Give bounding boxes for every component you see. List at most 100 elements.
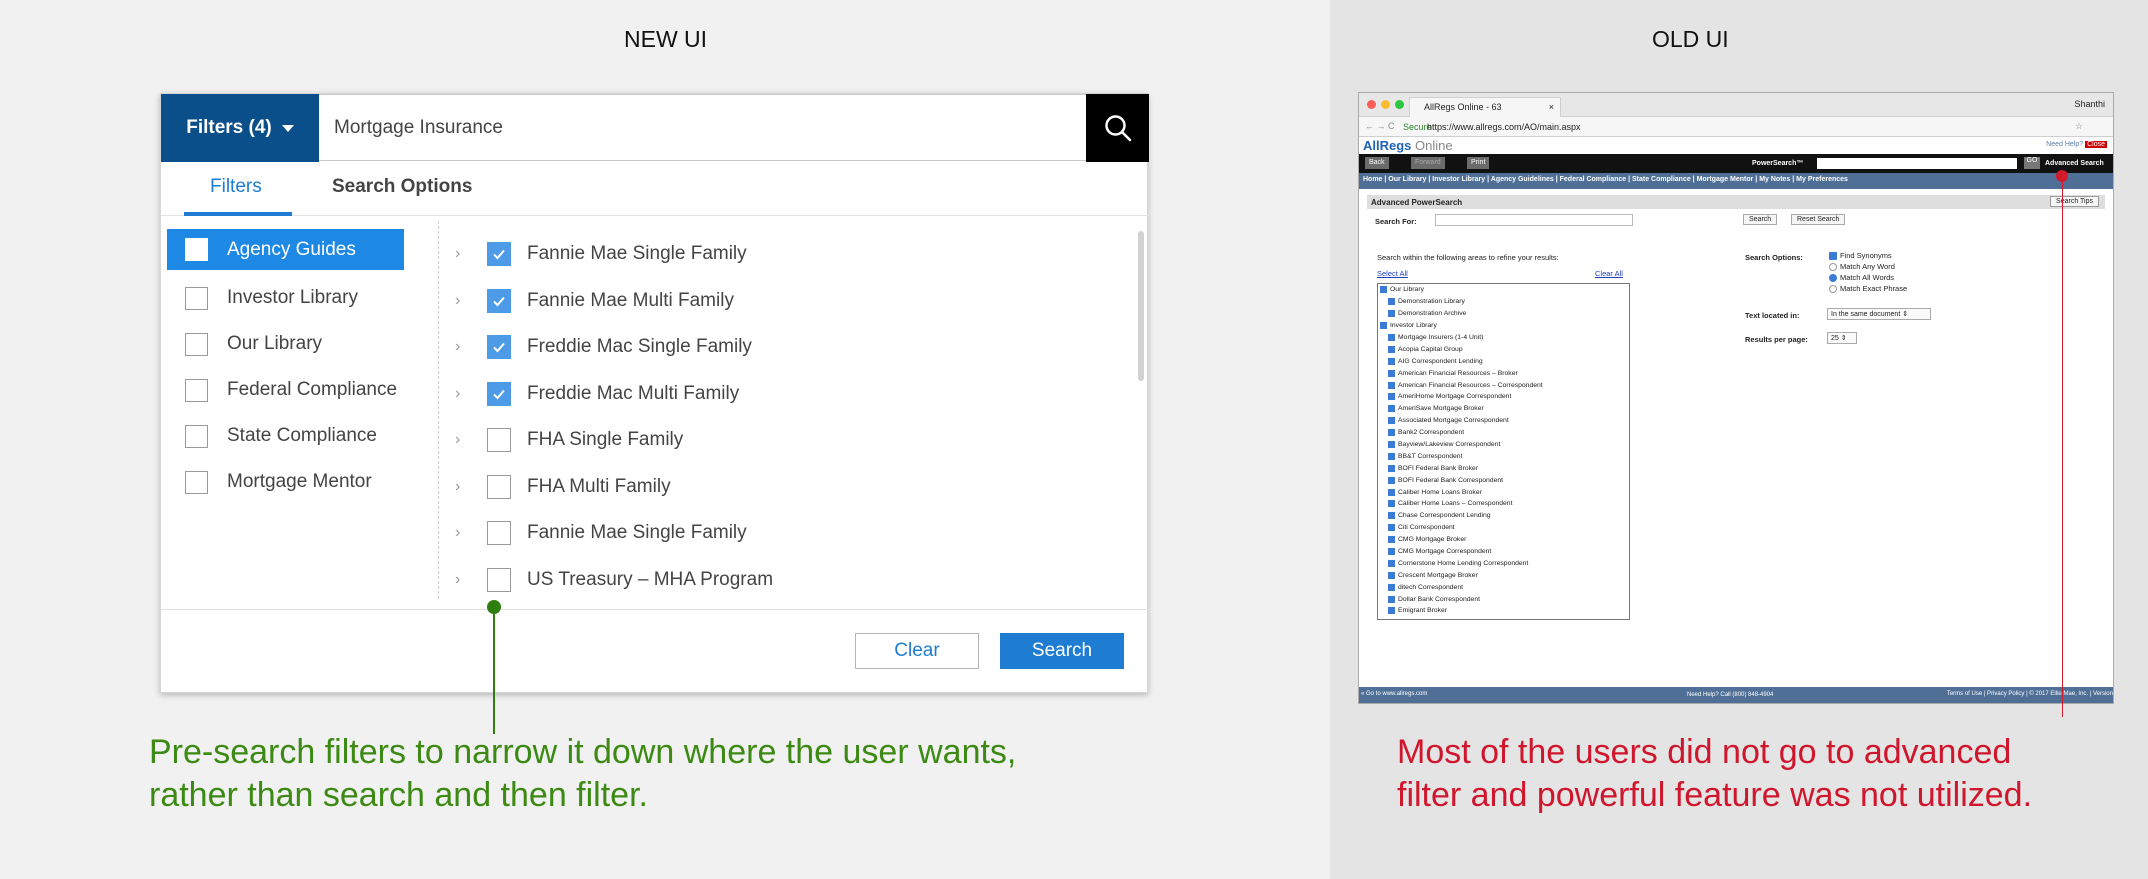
tree-checkbox[interactable] bbox=[1388, 310, 1395, 318]
old-search-button[interactable]: Search bbox=[1743, 214, 1778, 225]
source-checkbox[interactable] bbox=[487, 288, 511, 313]
source-item[interactable]: › US Treasury – MHA Program bbox=[451, 557, 971, 604]
tree-item[interactable]: Emigrant Broker bbox=[1378, 605, 1629, 617]
tree-item[interactable]: Dollar Bank Correspondent bbox=[1378, 593, 1629, 605]
source-item[interactable]: › FHA Multi Family bbox=[451, 464, 971, 511]
source-item[interactable]: › Freddie Mac Single Family bbox=[451, 324, 971, 371]
bookmark-star-icon[interactable]: ☆ bbox=[2075, 121, 2083, 132]
source-list-scrollbar[interactable] bbox=[1138, 231, 1144, 381]
option-radio[interactable] bbox=[1829, 273, 1837, 282]
search-button[interactable]: Search bbox=[1000, 633, 1124, 669]
tree-checkbox[interactable] bbox=[1388, 345, 1395, 353]
chevron-right-icon[interactable]: › bbox=[455, 385, 473, 403]
chevron-right-icon[interactable]: › bbox=[455, 292, 473, 310]
tree-item[interactable]: Bayview/Lakeview Correspondent bbox=[1378, 439, 1629, 451]
back-button[interactable]: Back bbox=[1365, 157, 1389, 169]
tree-checkbox[interactable] bbox=[1388, 571, 1395, 579]
source-item[interactable]: › Fannie Mae Single Family bbox=[451, 510, 971, 557]
tree-checkbox[interactable] bbox=[1388, 298, 1395, 306]
advanced-search-link[interactable]: Advanced Search bbox=[2045, 160, 2104, 167]
source-checkbox[interactable] bbox=[487, 474, 511, 499]
tree-checkbox[interactable] bbox=[1388, 417, 1395, 425]
tree-checkbox[interactable] bbox=[1388, 512, 1395, 520]
tree-item[interactable]: Bank2 Correspondent bbox=[1378, 427, 1629, 439]
tree-checkbox[interactable] bbox=[1388, 559, 1395, 567]
close-window-icon[interactable] bbox=[1367, 100, 1376, 109]
print-button[interactable]: Print bbox=[1467, 157, 1490, 169]
tree-item[interactable]: AmeriHome Mortgage Correspondent bbox=[1378, 391, 1629, 403]
tree-item[interactable]: CMG Mortgage Correspondent bbox=[1378, 546, 1629, 558]
close-tab-icon[interactable]: × bbox=[1549, 102, 1554, 112]
source-item[interactable]: › Freddie Mac Multi Family bbox=[451, 371, 971, 418]
maximize-window-icon[interactable] bbox=[1395, 100, 1404, 109]
category-checkbox[interactable] bbox=[185, 332, 208, 356]
tree-item[interactable]: Our Library bbox=[1378, 284, 1629, 296]
search-for-input[interactable] bbox=[1435, 214, 1633, 226]
category-item[interactable]: Federal Compliance bbox=[167, 367, 404, 413]
tree-checkbox[interactable] bbox=[1388, 476, 1395, 484]
url-text[interactable]: https://www.allregs.com/AO/main.aspx bbox=[1427, 122, 1581, 132]
search-option[interactable]: Match Exact Phrase bbox=[1829, 284, 1907, 293]
category-item[interactable]: Mortgage Mentor bbox=[167, 459, 404, 505]
tree-checkbox[interactable] bbox=[1388, 334, 1395, 341]
tree-item[interactable]: Caliber Home Loans Broker bbox=[1378, 486, 1629, 498]
tree-checkbox[interactable] bbox=[1388, 536, 1395, 544]
clear-all-link[interactable]: Clear All bbox=[1595, 269, 1623, 278]
go-button[interactable]: GO bbox=[2024, 157, 2040, 169]
tree-item[interactable]: ditech Correspondent bbox=[1378, 581, 1629, 593]
close-link[interactable]: Close bbox=[2085, 141, 2107, 148]
tree-checkbox[interactable] bbox=[1388, 405, 1395, 413]
tree-item[interactable]: AmeriSave Mortgage Broker bbox=[1378, 403, 1629, 415]
source-checkbox[interactable] bbox=[487, 381, 511, 406]
search-option[interactable]: Find Synonyms bbox=[1829, 251, 1892, 260]
chevron-right-icon[interactable]: › bbox=[455, 431, 473, 449]
nav-arrows-icon[interactable]: ← → C bbox=[1365, 121, 1395, 131]
search-option[interactable]: Match All Words bbox=[1829, 273, 1894, 282]
tree-checkbox[interactable] bbox=[1388, 583, 1395, 591]
tree-checkbox[interactable] bbox=[1388, 500, 1395, 508]
category-checkbox[interactable] bbox=[185, 378, 208, 402]
clear-button[interactable]: Clear bbox=[855, 633, 979, 669]
category-item[interactable]: Agency Guides bbox=[167, 229, 404, 270]
search-option[interactable]: Match Any Word bbox=[1829, 262, 1895, 271]
tree-item[interactable]: Crescent Mortgage Broker bbox=[1378, 569, 1629, 581]
tree-item[interactable]: Investor Library bbox=[1378, 320, 1629, 332]
tree-checkbox[interactable] bbox=[1388, 595, 1395, 603]
source-item[interactable]: › FHA Single Family bbox=[451, 417, 971, 464]
reset-search-button[interactable]: Reset Search bbox=[1791, 214, 1846, 225]
library-tree[interactable]: Our Library Demonstration Library Demonstr… bbox=[1377, 283, 1630, 620]
chevron-right-icon[interactable]: › bbox=[455, 571, 473, 589]
tree-checkbox[interactable] bbox=[1388, 429, 1395, 437]
tree-item[interactable]: Demonstration Library bbox=[1378, 296, 1629, 308]
chevron-right-icon[interactable]: › bbox=[455, 338, 473, 356]
tree-item[interactable]: American Financial Resources – Correspon… bbox=[1378, 379, 1629, 391]
tree-item[interactable]: American Financial Resources – Broker bbox=[1378, 367, 1629, 379]
powersearch-input[interactable] bbox=[1817, 158, 2017, 169]
tree-item[interactable]: Caliber Home Loans – Correspondent bbox=[1378, 498, 1629, 510]
tree-item[interactable]: Mortgage Insurers (1-4 Unit) bbox=[1378, 332, 1629, 344]
source-checkbox[interactable] bbox=[487, 567, 511, 592]
source-item[interactable]: › Fannie Mae Single Family bbox=[451, 231, 971, 278]
option-checkbox[interactable] bbox=[1829, 251, 1837, 260]
tree-item[interactable]: Cornerstone Home Lending Correspondent bbox=[1378, 557, 1629, 569]
search-tips-button[interactable]: Search Tips bbox=[2050, 196, 2099, 207]
category-checkbox[interactable] bbox=[185, 238, 208, 261]
tree-checkbox[interactable] bbox=[1388, 548, 1395, 556]
category-item[interactable]: Investor Library bbox=[167, 275, 404, 321]
select-all-link[interactable]: Select All bbox=[1377, 269, 1408, 278]
footer-home-link[interactable]: « Go to www.allregs.com bbox=[1361, 691, 1427, 697]
tree-checkbox[interactable] bbox=[1388, 452, 1395, 460]
category-item[interactable]: State Compliance bbox=[167, 413, 404, 459]
tree-checkbox[interactable] bbox=[1388, 357, 1395, 365]
chevron-right-icon[interactable]: › bbox=[455, 478, 473, 496]
category-checkbox[interactable] bbox=[185, 424, 208, 448]
source-checkbox[interactable] bbox=[487, 428, 511, 453]
footer-links[interactable]: Terms of Use | Privacy Policy | © 2017 E… bbox=[1947, 691, 2113, 697]
search-submit-button[interactable] bbox=[1086, 94, 1149, 162]
tree-checkbox[interactable] bbox=[1388, 393, 1395, 401]
search-input[interactable]: Mortgage Insurance bbox=[334, 117, 503, 139]
tab-search-options[interactable]: Search Options bbox=[332, 176, 472, 198]
filters-dropdown-button[interactable]: Filters (4) bbox=[161, 94, 319, 162]
tab-filters[interactable]: Filters bbox=[210, 176, 262, 198]
tree-item[interactable]: CMG Mortgage Broker bbox=[1378, 534, 1629, 546]
